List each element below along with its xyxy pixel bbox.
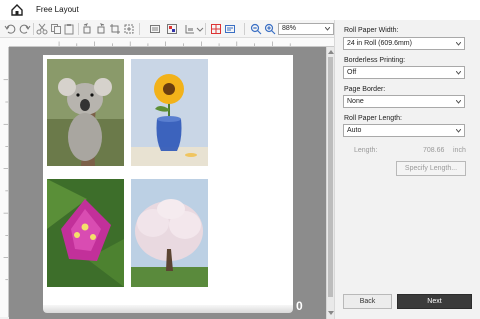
vertical-ruler (0, 47, 9, 317)
back-button[interactable]: Back (343, 294, 392, 309)
length-label: Length: (354, 147, 378, 154)
specify-length-button[interactable]: Specify Length... (396, 161, 466, 176)
chevron-down-icon (456, 129, 461, 133)
fit-icon[interactable] (123, 23, 135, 35)
redo-icon[interactable] (19, 23, 31, 35)
undo-icon[interactable] (4, 23, 16, 35)
window-title: Free Layout (36, 5, 79, 14)
photo-flower-pink[interactable] (47, 179, 124, 287)
photo-koala[interactable] (47, 59, 124, 166)
roll-length-select[interactable]: Auto (343, 124, 465, 137)
chevron-down-icon (456, 42, 461, 46)
zoom-in-icon[interactable] (264, 23, 276, 35)
roll-length-value: Auto (347, 127, 362, 134)
settings-panel: Roll Paper Width: 24 in Roll (609.6mm) B… (334, 20, 480, 319)
borderless-select[interactable]: Off (343, 66, 465, 79)
ruler-corner (0, 38, 9, 47)
copy-icon[interactable] (50, 23, 62, 35)
auto-layout-icon[interactable] (149, 23, 161, 35)
scrollbar-thumb[interactable] (328, 57, 333, 297)
paste-icon[interactable] (63, 23, 75, 35)
cut-icon[interactable] (36, 23, 48, 35)
roll-paper-edge (43, 305, 293, 313)
page-border-label: Page Border: (344, 86, 386, 93)
photo-cherry-tree[interactable] (131, 179, 208, 287)
page-info-icon[interactable] (224, 23, 236, 35)
page-border-select[interactable]: None (343, 95, 465, 108)
toolbar: 88% (0, 20, 338, 38)
horizontal-ruler (9, 38, 334, 47)
rotate-left-icon[interactable] (81, 23, 93, 35)
roll-length-label: Roll Paper Length: (344, 115, 402, 122)
crop-icon[interactable] (109, 23, 121, 35)
grid-icon[interactable] (210, 23, 222, 35)
roll-paper (43, 55, 293, 305)
home-icon (11, 4, 23, 16)
layout-settings-icon[interactable] (166, 23, 178, 35)
chevron-down-icon[interactable] (196, 23, 204, 35)
roll-width-select[interactable]: 24 in Roll (609.6mm) (343, 37, 465, 50)
length-value: 708.66 (423, 147, 445, 154)
rotate-right-icon[interactable] (95, 23, 107, 35)
roll-width-value: 24 in Roll (609.6mm) (347, 40, 412, 47)
chevron-down-icon (456, 71, 461, 75)
photo-sunflower[interactable] (131, 59, 208, 166)
roll-width-label: Roll Paper Width: (344, 27, 399, 34)
layout-canvas[interactable]: 0 (9, 47, 326, 319)
roll-end-marker: 0 (296, 299, 303, 313)
length-unit: inch (453, 147, 466, 154)
next-button[interactable]: Next (397, 294, 472, 309)
page-border-value: None (347, 98, 364, 105)
chevron-down-icon (456, 100, 461, 104)
borderless-label: Borderless Printing: (344, 57, 406, 64)
zoom-select[interactable]: 88% (278, 23, 334, 35)
zoom-out-icon[interactable] (250, 23, 262, 35)
borderless-value: Off (347, 69, 357, 76)
align-icon[interactable] (184, 23, 196, 35)
title-bar: Free Layout (0, 0, 480, 20)
canvas-scrollbar[interactable] (326, 47, 334, 319)
chevron-down-icon (325, 27, 330, 31)
zoom-value: 88% (282, 25, 297, 32)
